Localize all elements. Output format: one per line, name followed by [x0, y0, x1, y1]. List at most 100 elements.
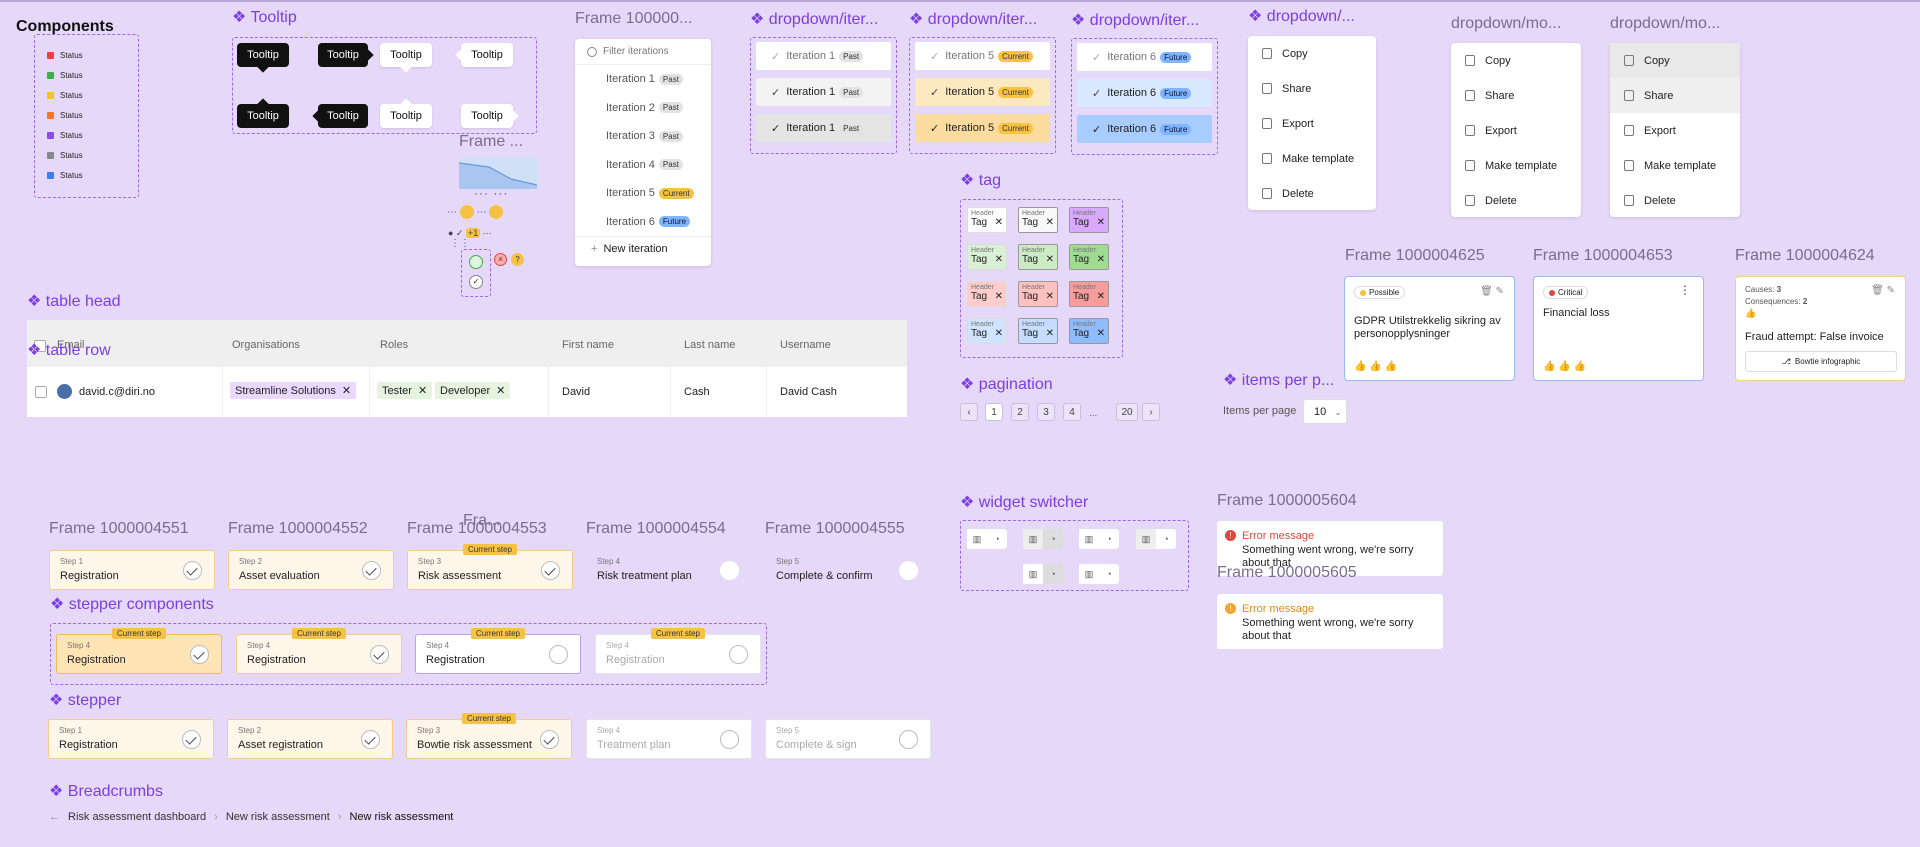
widget-switcher[interactable]: ▥ ◔	[1079, 564, 1119, 584]
pagination-next-button[interactable]: ›	[1142, 403, 1160, 421]
pagination-page-3[interactable]: 3	[1037, 403, 1055, 421]
bar-chart-icon[interactable]: ▥	[1079, 529, 1099, 549]
tag[interactable]: Header Tag ✕	[1018, 318, 1058, 344]
close-icon[interactable]: ✕	[1097, 328, 1105, 339]
close-icon[interactable]: ✕	[1046, 328, 1054, 339]
close-icon[interactable]: ✕	[1046, 217, 1054, 228]
bowtie-infographic-button[interactable]: ⎇ Bowtie infographic	[1745, 351, 1897, 372]
pagination-prev-button[interactable]: ‹	[960, 403, 978, 421]
close-icon[interactable]: ✕	[1097, 254, 1105, 265]
header-last-name[interactable]: Last name	[684, 339, 735, 351]
pie-chart-icon[interactable]: ◔	[1043, 529, 1063, 549]
arrow-left-icon[interactable]: ←	[49, 811, 60, 823]
menu-item-delete[interactable]: Delete	[1610, 183, 1740, 218]
tag[interactable]: Header Tag ✕	[1069, 281, 1109, 307]
iteration-option[interactable]: Iteration 2 Past	[575, 94, 711, 123]
tag[interactable]: Header Tag ✕	[1069, 244, 1109, 270]
stepper-component[interactable]: Current step Step 4 Registration	[595, 628, 761, 674]
stepper-step[interactable]: Step 5 Complete & sign	[765, 719, 931, 759]
breadcrumb-item-1[interactable]: Risk assessment dashboard	[68, 811, 206, 823]
widget-switcher[interactable]: ▥ ◔	[1023, 564, 1063, 584]
tag[interactable]: Header Tag ✕	[967, 207, 1007, 233]
tag[interactable]: Header Tag ✕	[967, 244, 1007, 270]
iteration-option-selected[interactable]: ✓ Iteration 5 Current	[915, 114, 1050, 142]
tag[interactable]: Header Tag ✕	[1069, 207, 1109, 233]
tag[interactable]: Header Tag ✕	[1018, 207, 1058, 233]
step[interactable]: Step 1 Registration	[49, 550, 215, 590]
close-icon[interactable]: ✕	[995, 291, 1003, 302]
step[interactable]: Step 2 Asset evaluation	[228, 550, 394, 590]
edit-icon[interactable]: ✎	[1887, 285, 1895, 296]
iteration-option-selected[interactable]: ✓ Iteration 1 Past	[756, 114, 891, 142]
header-first-name[interactable]: First name	[562, 339, 614, 351]
close-icon[interactable]: ✕	[1046, 291, 1054, 302]
iteration-option-default[interactable]: ✓ Iteration 6 Future	[1077, 43, 1212, 71]
bar-chart-icon[interactable]: ▥	[967, 529, 987, 549]
iteration-option-hover[interactable]: ✓ Iteration 1 Past	[756, 78, 891, 106]
iteration-option-hover[interactable]: ✓ Iteration 5 Current	[915, 78, 1050, 106]
menu-item-copy[interactable]: Copy	[1248, 36, 1376, 71]
stepper-step[interactable]: Step 2 Asset registration	[227, 719, 393, 759]
pagination-page-20[interactable]: 20	[1116, 403, 1138, 421]
widget-switcher[interactable]: ▥ ◔	[1079, 529, 1119, 549]
menu-item-delete[interactable]: Delete	[1248, 176, 1376, 211]
iteration-option[interactable]: Iteration 3 Past	[575, 122, 711, 151]
edit-icon[interactable]: ✎	[1496, 286, 1504, 297]
step[interactable]: Step 4 Risk treatment plan	[586, 550, 752, 590]
iteration-option[interactable]: Iteration 6 Future	[575, 208, 711, 237]
widget-switcher[interactable]: ▥ ◔	[1023, 529, 1063, 549]
menu-item-export[interactable]: Export	[1451, 113, 1581, 148]
pie-chart-icon[interactable]: ◔	[1099, 564, 1119, 584]
tag[interactable]: Header Tag ✕	[1069, 318, 1109, 344]
iteration-option-default[interactable]: ✓ Iteration 5 Current	[915, 42, 1050, 70]
risk-card-possible[interactable]: Possible 🗑 ✎ GDPR Utilstrekkelig sikring…	[1344, 276, 1515, 381]
menu-item-make-template[interactable]: Make template	[1610, 148, 1740, 183]
trash-icon[interactable]: 🗑	[1871, 285, 1884, 296]
iteration-option[interactable]: Iteration 1 Past	[575, 65, 711, 94]
more-vertical-icon[interactable]: ⋮	[1679, 283, 1691, 297]
menu-item-share[interactable]: Share	[1248, 71, 1376, 106]
menu-item-export[interactable]: Export	[1610, 113, 1740, 148]
close-icon[interactable]: ✕	[1097, 291, 1105, 302]
drag-handle-icon[interactable]: ⋮⋮	[450, 238, 470, 249]
stepper-step[interactable]: Step 1 Registration	[48, 719, 214, 759]
pagination-page-1[interactable]: 1	[985, 403, 1003, 421]
iteration-option-hover[interactable]: ✓ Iteration 6 Future	[1077, 79, 1212, 107]
tag[interactable]: Header Tag ✕	[967, 318, 1007, 344]
stepper-component[interactable]: Current step Step 4 Registration	[236, 628, 402, 674]
risk-card-bowtie[interactable]: Causes: 3 Consequences: 2 🗑 ✎ 👍 Fraud at…	[1735, 276, 1906, 381]
iteration-option[interactable]: Iteration 5 Current	[575, 179, 711, 208]
pagination-page-4[interactable]: 4	[1063, 403, 1081, 421]
menu-item-share[interactable]: Share	[1610, 78, 1740, 113]
close-icon[interactable]: ✕	[496, 384, 505, 397]
iteration-search[interactable]: Filter iterations	[575, 39, 711, 65]
step[interactable]: Current step Step 3 Risk assessment	[407, 544, 573, 590]
pie-chart-icon[interactable]: ◔	[1156, 529, 1176, 549]
pagination-page-2[interactable]: 2	[1011, 403, 1029, 421]
menu-item-copy[interactable]: Copy	[1451, 43, 1581, 78]
menu-item-copy[interactable]: Copy	[1610, 43, 1740, 78]
menu-item-make-template[interactable]: Make template	[1451, 148, 1581, 183]
tag[interactable]: Header Tag ✕	[967, 281, 1007, 307]
search-input[interactable]: Filter iterations	[603, 46, 669, 57]
stepper-step[interactable]: Current step Step 3 Bowtie risk assessment	[406, 713, 572, 759]
items-per-page-select[interactable]: 10 ⌄	[1303, 399, 1347, 424]
widget-switcher[interactable]: ▥ ◔	[967, 529, 1007, 549]
stepper-component[interactable]: Current step Step 4 Registration	[56, 628, 222, 674]
stepper-component[interactable]: Current step Step 4 Registration	[415, 628, 581, 674]
pie-chart-icon[interactable]: ◔	[987, 529, 1007, 549]
table-row[interactable]: david.c@diri.no Streamline Solutions ✕ Te…	[27, 367, 907, 417]
menu-item-share[interactable]: Share	[1451, 78, 1581, 113]
pie-chart-icon[interactable]: ◔	[1099, 529, 1119, 549]
bar-chart-icon[interactable]: ▥	[1023, 529, 1043, 549]
trash-icon[interactable]: 🗑	[1480, 286, 1493, 297]
close-icon[interactable]: ✕	[418, 384, 427, 397]
tag[interactable]: Header Tag ✕	[1018, 244, 1058, 270]
iteration-option[interactable]: Iteration 4 Past	[575, 151, 711, 180]
close-icon[interactable]: ✕	[1046, 254, 1054, 265]
menu-item-make-template[interactable]: Make template	[1248, 141, 1376, 176]
iteration-option-default[interactable]: ✓ Iteration 1 Past	[756, 42, 891, 70]
iteration-option-selected[interactable]: ✓ Iteration 6 Future	[1077, 115, 1212, 143]
tag[interactable]: Header Tag ✕	[1018, 281, 1058, 307]
new-iteration-button[interactable]: + New iteration	[575, 236, 711, 260]
